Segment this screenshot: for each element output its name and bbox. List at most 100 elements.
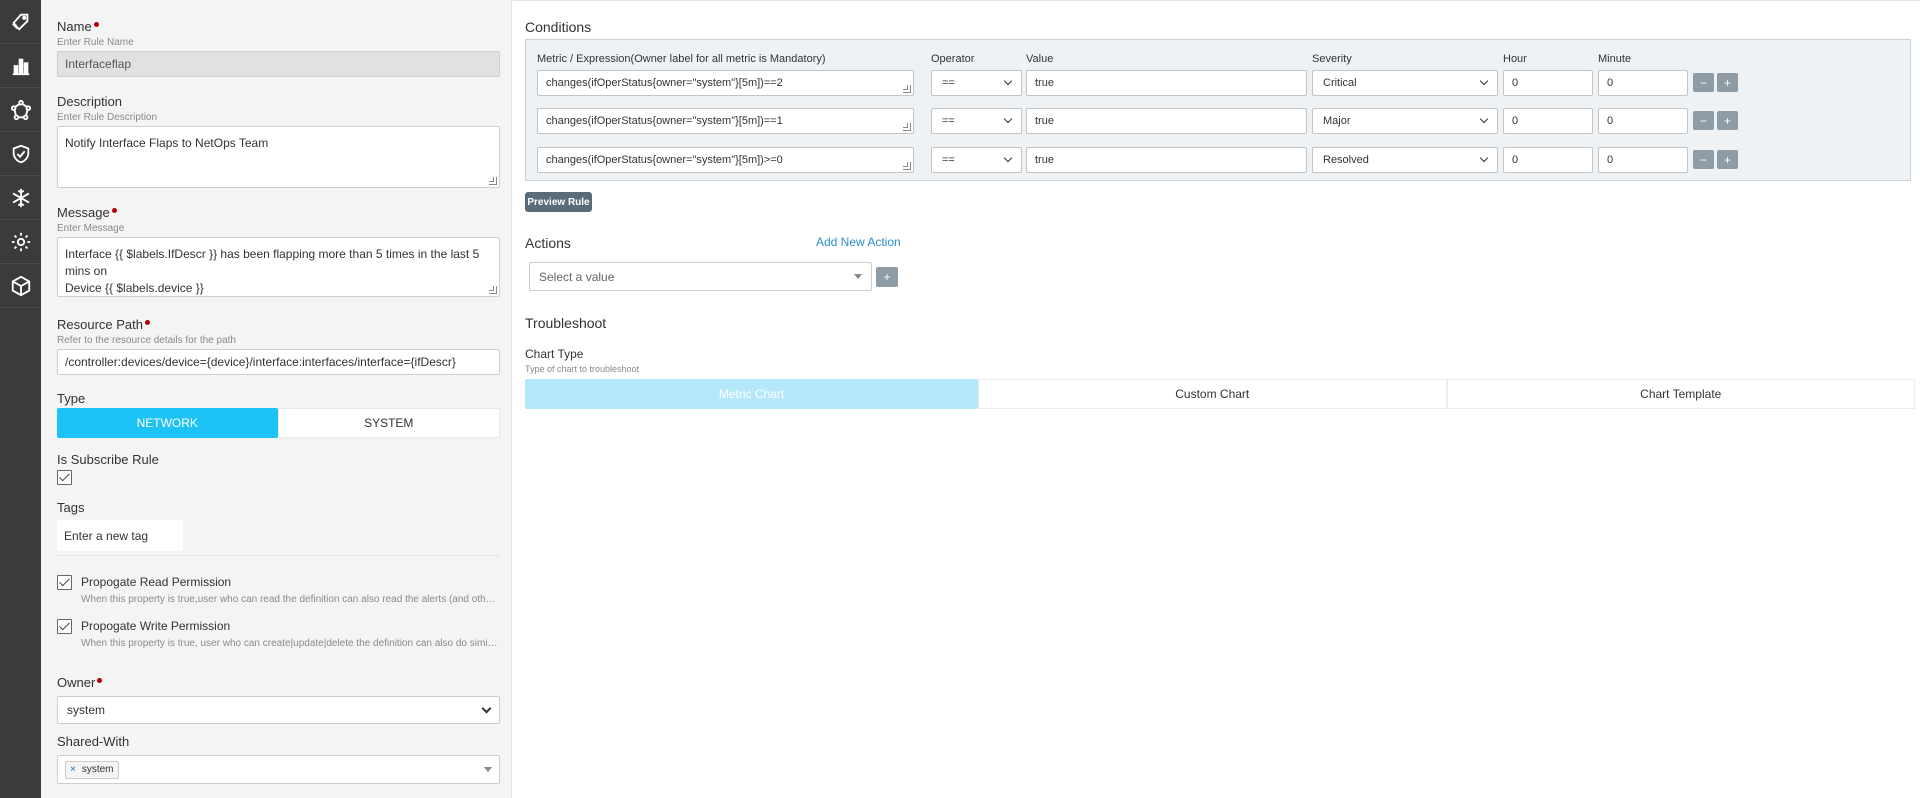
metric-value: changes(ifOperStatus{owner="system"}[5m]… xyxy=(546,115,783,127)
type-network-button[interactable]: NETWORK xyxy=(57,408,278,438)
divider xyxy=(57,555,500,556)
description-textarea[interactable]: Notify Interface Flaps to NetOps Team xyxy=(57,126,500,188)
sidebar xyxy=(0,0,41,798)
value-input[interactable]: true xyxy=(1026,70,1307,96)
name-label: Name xyxy=(57,19,92,34)
add-action-button[interactable]: + xyxy=(876,267,898,287)
metric-input[interactable]: changes(ifOperStatus{owner="system"}[5m]… xyxy=(537,147,914,173)
shared-with-field: Shared-With × system xyxy=(57,734,500,784)
owner-field: Owner system xyxy=(57,675,500,724)
caret-down-icon[interactable] xyxy=(484,767,492,772)
hour-input[interactable]: 0 xyxy=(1503,108,1593,134)
severity-select[interactable]: Resolved xyxy=(1312,147,1498,173)
sidebar-item-config[interactable] xyxy=(0,176,41,220)
read-permission-field: Propogate Read Permission When this prop… xyxy=(57,575,500,605)
tab-chart-template[interactable]: Chart Template xyxy=(1446,379,1915,409)
message-textarea[interactable]: Interface {{ $labels.IfDescr }} has been… xyxy=(57,237,500,297)
owner-label: Owner xyxy=(57,675,96,690)
is-subscribe-checkbox[interactable] xyxy=(57,470,72,485)
resource-path-hint: Refer to the resource details for the pa… xyxy=(57,335,236,346)
add-condition-button[interactable]: + xyxy=(1717,73,1738,92)
shared-with-tag: × system xyxy=(65,760,119,779)
operator-select[interactable]: == xyxy=(931,108,1022,134)
action-select[interactable]: Select a value xyxy=(529,262,872,291)
tab-metric-chart[interactable]: Metric Chart xyxy=(525,379,978,409)
metric-value: changes(ifOperStatus{owner="system"}[5m]… xyxy=(546,77,783,89)
hour-header: Hour xyxy=(1503,53,1527,65)
read-permission-checkbox[interactable] xyxy=(57,575,72,590)
severity-select[interactable]: Major xyxy=(1312,108,1498,134)
is-subscribe-field: Is Subscribe Rule xyxy=(57,452,500,488)
required-marker xyxy=(111,208,117,213)
sidebar-item-settings[interactable] xyxy=(0,220,41,264)
chevron-down-icon xyxy=(1479,153,1489,163)
hour-input[interactable]: 0 xyxy=(1503,147,1593,173)
resize-handle[interactable] xyxy=(489,286,497,294)
chart-type-tabs: Metric Chart Custom Chart Chart Template xyxy=(525,379,1915,409)
main-content: Conditions Metric / Expression(Owner lab… xyxy=(513,0,1920,798)
sidebar-item-topology[interactable] xyxy=(0,88,41,132)
remove-condition-button[interactable]: − xyxy=(1693,150,1714,169)
description-hint: Enter Rule Description xyxy=(57,112,158,123)
value-input[interactable]: true xyxy=(1026,147,1307,173)
minute-input[interactable]: 0 xyxy=(1598,147,1688,173)
add-condition-button[interactable]: + xyxy=(1717,150,1738,169)
chevron-down-icon xyxy=(1003,153,1013,163)
type-system-button[interactable]: SYSTEM xyxy=(277,408,500,438)
sidebar-item-modules[interactable] xyxy=(0,264,41,308)
required-marker xyxy=(93,22,99,27)
resize-handle[interactable] xyxy=(903,162,911,170)
metric-input[interactable]: changes(ifOperStatus{owner="system"}[5m]… xyxy=(537,70,914,96)
sidebar-item-rules[interactable] xyxy=(0,0,41,44)
minute-input[interactable]: 0 xyxy=(1598,108,1688,134)
rule-form-panel: Name Enter Rule Name Interfaceflap Descr… xyxy=(41,0,512,798)
operator-select[interactable]: == xyxy=(931,70,1022,96)
description-label: Description xyxy=(57,94,123,109)
caret-down-icon xyxy=(854,274,862,279)
resize-handle[interactable] xyxy=(903,85,911,93)
chevron-down-icon xyxy=(1003,114,1013,124)
tab-custom-chart[interactable]: Custom Chart xyxy=(978,379,1447,409)
hour-input[interactable]: 0 xyxy=(1503,70,1593,96)
tags-input[interactable]: Enter a new tag xyxy=(57,520,183,551)
chart-type-label: Chart Type xyxy=(525,347,584,361)
type-toggle: NETWORK SYSTEM xyxy=(57,408,500,438)
owner-select[interactable]: system xyxy=(57,696,500,724)
name-input[interactable]: Interfaceflap xyxy=(57,51,500,77)
shared-with-select[interactable]: × system xyxy=(57,755,500,784)
operator-value: == xyxy=(942,115,955,127)
message-field: Message Enter Message Interface {{ $labe… xyxy=(57,205,500,297)
minute-header: Minute xyxy=(1598,53,1632,65)
write-permission-title: Propogate Write Permission xyxy=(81,619,231,633)
network-nodes-icon xyxy=(10,99,31,120)
severity-select[interactable]: Critical xyxy=(1312,70,1498,96)
type-label: Type xyxy=(57,391,86,406)
resource-path-input[interactable]: /controller:devices/device={device}/inte… xyxy=(57,349,500,375)
chevron-down-icon xyxy=(481,703,492,713)
metric-input[interactable]: changes(ifOperStatus{owner="system"}[5m]… xyxy=(537,108,914,134)
write-permission-checkbox[interactable] xyxy=(57,619,72,634)
remove-condition-button[interactable]: − xyxy=(1693,73,1714,92)
value-input[interactable]: true xyxy=(1026,108,1307,134)
conditions-title: Conditions xyxy=(525,19,592,35)
metric-value: changes(ifOperStatus{owner="system"}[5m]… xyxy=(546,154,783,166)
type-field: Type NETWORK SYSTEM xyxy=(57,391,500,438)
remove-tag-icon[interactable]: × xyxy=(70,764,76,775)
operator-value: == xyxy=(942,154,955,166)
remove-condition-button[interactable]: − xyxy=(1693,111,1714,130)
description-field: Description Enter Rule Description Notif… xyxy=(57,94,500,188)
operator-select[interactable]: == xyxy=(931,147,1022,173)
minute-input[interactable]: 0 xyxy=(1598,70,1688,96)
operator-header: Operator xyxy=(931,53,975,65)
add-condition-button[interactable]: + xyxy=(1717,111,1738,130)
sidebar-item-security[interactable] xyxy=(0,132,41,176)
resize-handle[interactable] xyxy=(489,177,497,185)
write-permission-field: Propogate Write Permission When this pro… xyxy=(57,619,500,649)
cube-icon xyxy=(11,275,30,296)
sidebar-item-charts[interactable] xyxy=(0,44,41,88)
preview-rule-button[interactable]: Preview Rule xyxy=(525,192,592,212)
action-select-placeholder: Select a value xyxy=(539,269,615,284)
severity-value: Resolved xyxy=(1323,154,1369,166)
add-new-action-link[interactable]: Add New Action xyxy=(816,235,901,249)
resize-handle[interactable] xyxy=(903,123,911,131)
